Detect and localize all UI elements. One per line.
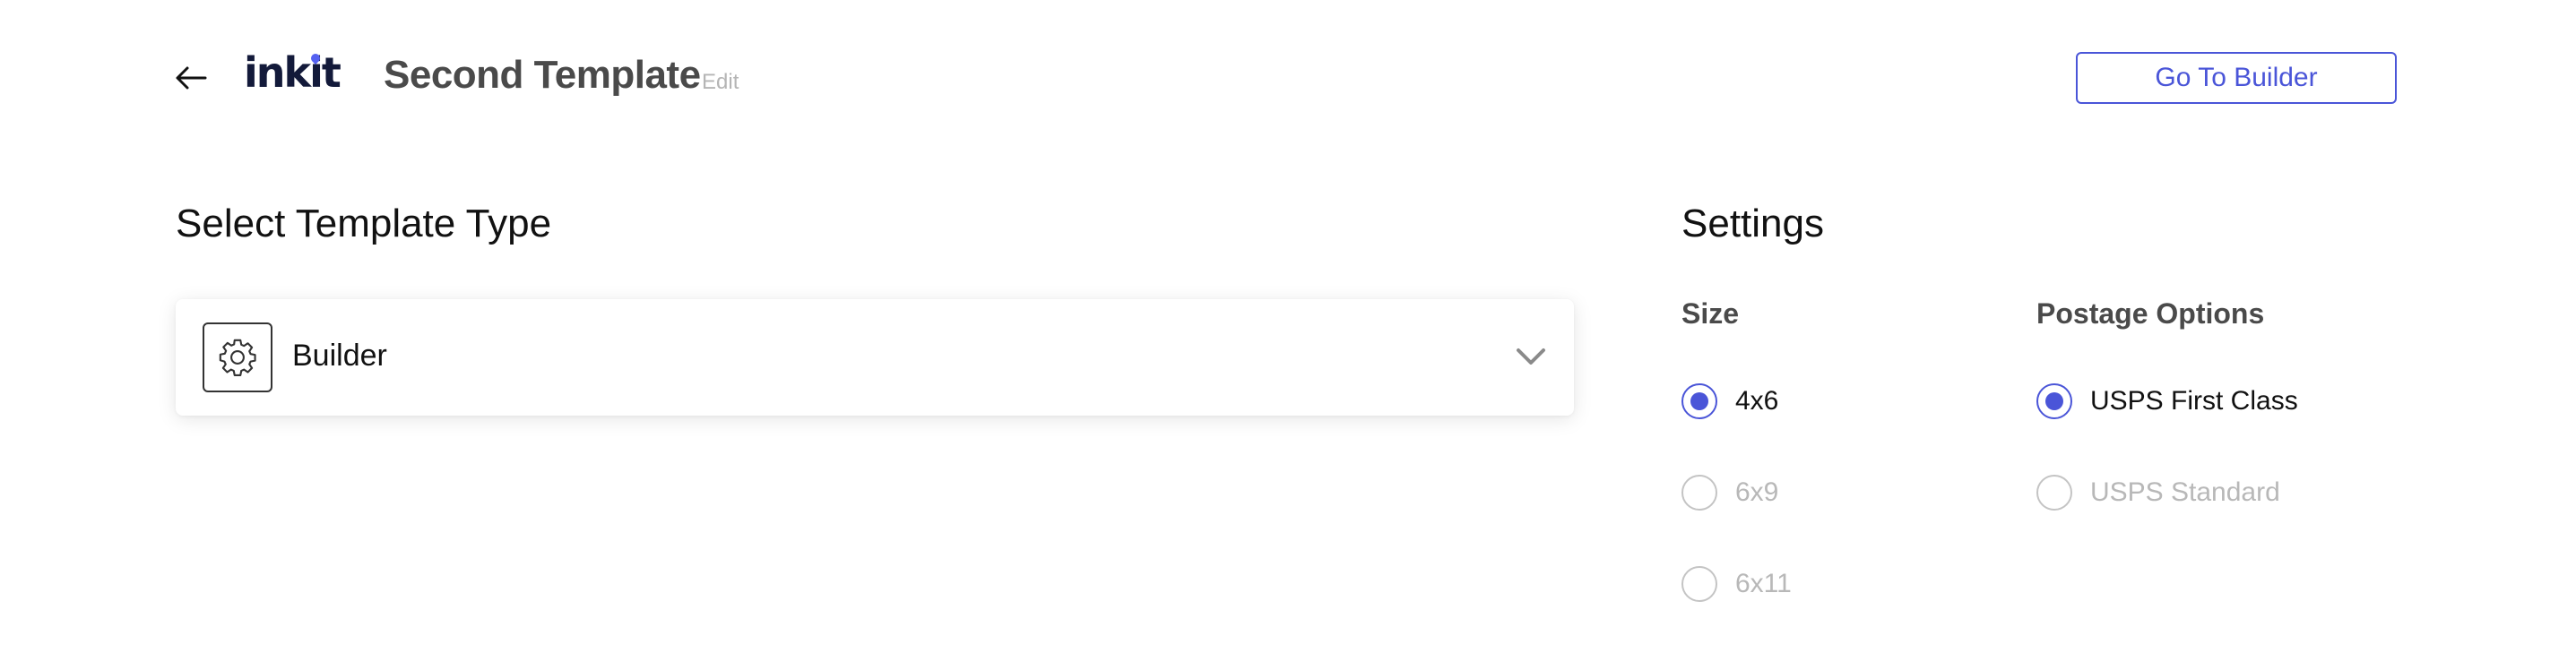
size-option-4x6[interactable]: 4x6 [1681, 383, 1778, 419]
size-option-6x9[interactable]: 6x9 [1681, 475, 1778, 511]
logo-text-post: t [321, 48, 341, 97]
radio-button[interactable] [2036, 475, 2072, 511]
template-settings-page: inkit Second Template Edit Go To Builder… [0, 0, 2576, 670]
size-option-6x11[interactable]: 6x11 [1681, 566, 1792, 602]
template-type-selected-label: Builder [292, 339, 387, 373]
size-option-label: 6x9 [1735, 477, 1779, 507]
radio-button[interactable] [2036, 383, 2072, 419]
page-title: Second Template [384, 53, 701, 97]
radio-button[interactable] [1681, 475, 1717, 511]
inkit-logo[interactable]: inkit [244, 48, 341, 97]
logo-text-pre: ink [244, 48, 311, 97]
radio-button[interactable] [1681, 566, 1717, 602]
template-type-icon-box [203, 322, 272, 392]
logo-text-i: i [309, 48, 324, 97]
radio-button[interactable] [1681, 383, 1717, 419]
postage-option-label: USPS First Class [2090, 386, 2298, 416]
gear-icon [219, 339, 256, 376]
postage-option-standard[interactable]: USPS Standard [2036, 475, 2280, 511]
postage-group-label: Postage Options [2036, 297, 2265, 330]
template-type-dropdown[interactable]: Builder [176, 299, 1574, 416]
go-to-builder-button[interactable]: Go To Builder [2076, 52, 2397, 104]
edit-title-link[interactable]: Edit [702, 70, 739, 95]
postage-option-label: USPS Standard [2090, 477, 2280, 507]
arrow-left-icon [176, 66, 207, 90]
template-type-heading: Select Template Type [176, 202, 552, 245]
size-option-label: 6x11 [1735, 569, 1792, 598]
size-option-label: 4x6 [1735, 386, 1779, 416]
postage-option-first-class[interactable]: USPS First Class [2036, 383, 2298, 419]
size-group-label: Size [1681, 297, 1740, 330]
chevron-down-icon[interactable] [1513, 339, 1549, 374]
settings-heading: Settings [1681, 202, 1824, 245]
back-button[interactable] [170, 57, 212, 99]
